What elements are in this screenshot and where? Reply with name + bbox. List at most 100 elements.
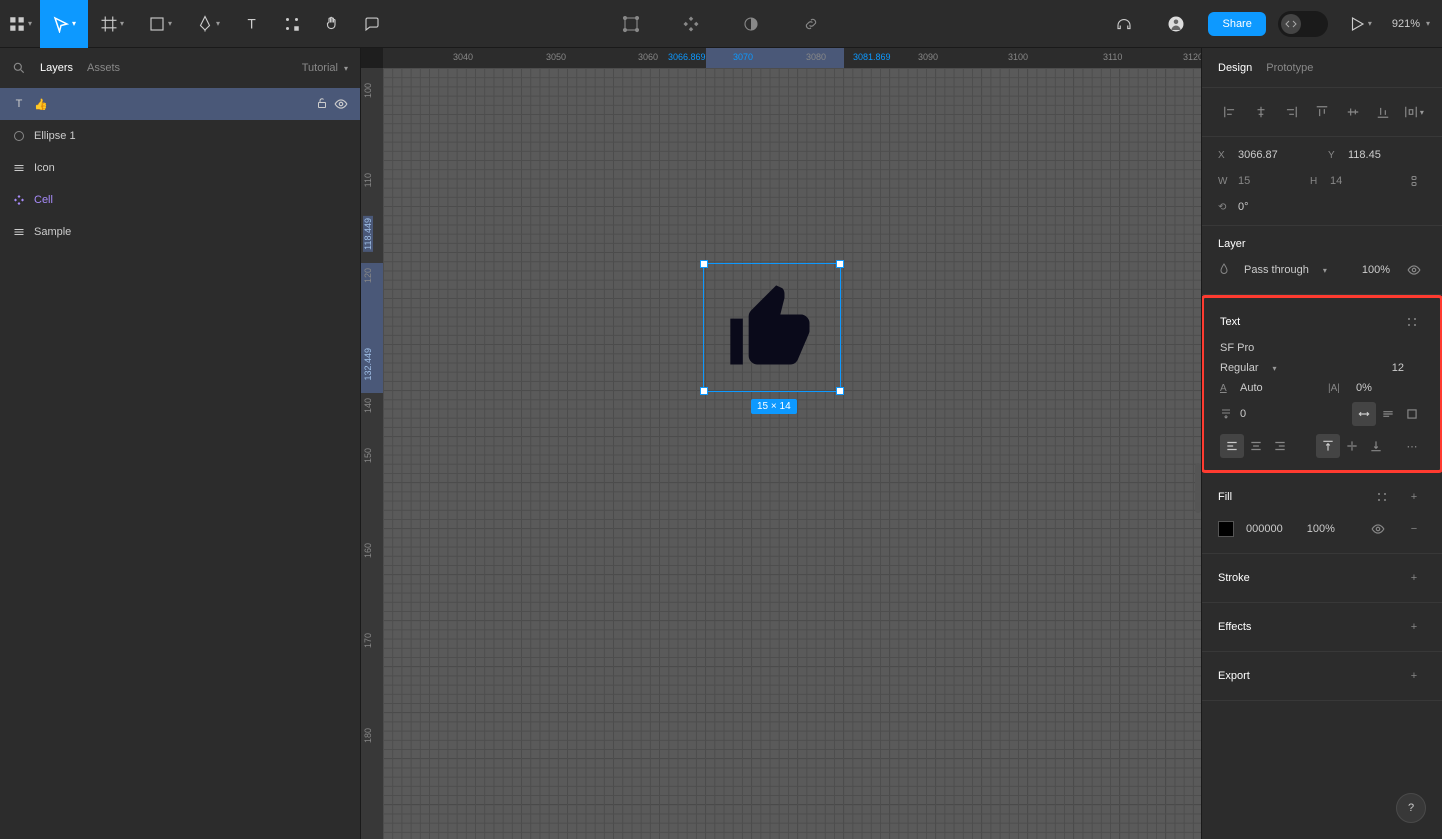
resize-handle-tr[interactable] xyxy=(836,260,844,268)
resize-handle-br[interactable] xyxy=(836,387,844,395)
dev-mode-toggle[interactable] xyxy=(1278,11,1328,37)
chevron-down-icon: ▾ xyxy=(344,64,348,73)
font-size-input[interactable]: 12 xyxy=(1392,362,1404,374)
text-align-left-button[interactable] xyxy=(1220,434,1244,458)
comment-tool-button[interactable] xyxy=(352,0,392,48)
w-label: W xyxy=(1218,176,1232,187)
resources-button[interactable] xyxy=(272,0,312,48)
canvas-area[interactable]: 3040305030603066.869307030803081.8693090… xyxy=(361,48,1201,839)
component-button[interactable] xyxy=(671,0,711,48)
layer-item[interactable]: Ellipse 1 xyxy=(0,120,360,152)
resize-handle-bl[interactable] xyxy=(700,387,708,395)
move-tool-button[interactable]: ▾ xyxy=(40,0,88,48)
text-align-bottom-button[interactable] xyxy=(1364,434,1388,458)
blend-mode-dropdown[interactable]: Pass through xyxy=(1244,264,1309,276)
tab-prototype[interactable]: Prototype xyxy=(1266,62,1313,74)
tab-layers[interactable]: Layers xyxy=(40,62,73,74)
align-bottom-button[interactable] xyxy=(1371,100,1395,124)
align-section: ▾ xyxy=(1202,88,1442,137)
w-value[interactable]: 15 xyxy=(1238,175,1250,187)
layer-label: 👍 xyxy=(34,98,48,111)
top-toolbar: ▾ ▾ ▾ ▾ ▾ T xyxy=(0,0,1442,48)
fill-visibility-button[interactable] xyxy=(1366,517,1390,541)
fill-styles-button[interactable] xyxy=(1370,485,1394,509)
auto-height-button[interactable] xyxy=(1376,402,1400,426)
visibility-icon[interactable] xyxy=(334,97,348,111)
fill-opacity-input[interactable]: 100% xyxy=(1307,523,1335,535)
figma-menu-button[interactable]: ▾ xyxy=(0,0,40,48)
hand-tool-button[interactable] xyxy=(312,0,352,48)
help-button[interactable]: ? xyxy=(1396,793,1426,823)
constrain-proportions-button[interactable] xyxy=(1402,169,1426,193)
fixed-size-button[interactable] xyxy=(1400,402,1424,426)
resize-handle-tl[interactable] xyxy=(700,260,708,268)
group-icon xyxy=(12,161,26,175)
font-weight-dropdown[interactable]: Regular xyxy=(1220,362,1259,374)
text-align-right-button[interactable] xyxy=(1268,434,1292,458)
search-icon[interactable] xyxy=(12,61,26,75)
layers-panel: Layers Assets Tutorial▾ T 👍 Ellipse 1 Ic… xyxy=(0,48,361,839)
line-height-input[interactable]: Auto xyxy=(1240,382,1263,394)
component-icon xyxy=(12,193,26,207)
rotation-value[interactable]: 0° xyxy=(1238,201,1249,213)
align-center-h-button[interactable] xyxy=(1249,100,1273,124)
present-button[interactable]: ▾ xyxy=(1340,0,1380,48)
zoom-dropdown[interactable]: 921%▾ xyxy=(1392,18,1430,30)
add-effect-button[interactable]: + xyxy=(1402,615,1426,639)
text-styles-button[interactable] xyxy=(1400,310,1424,334)
text-more-button[interactable]: ⋯ xyxy=(1400,434,1424,458)
add-stroke-button[interactable]: + xyxy=(1402,566,1426,590)
align-top-button[interactable] xyxy=(1310,100,1334,124)
group-icon xyxy=(12,225,26,239)
remove-fill-button[interactable]: − xyxy=(1402,517,1426,541)
chevron-down-icon: ▾ xyxy=(28,19,32,28)
add-export-button[interactable]: + xyxy=(1402,664,1426,688)
frame-tool-button[interactable]: ▾ xyxy=(88,0,136,48)
text-tool-button[interactable]: T xyxy=(232,0,272,48)
align-center-v-button[interactable] xyxy=(1341,100,1365,124)
scrollbar-canvas[interactable] xyxy=(1195,463,1201,513)
layer-visibility-button[interactable] xyxy=(1402,258,1426,282)
pages-dropdown[interactable]: Tutorial▾ xyxy=(302,62,348,74)
auto-width-button[interactable] xyxy=(1352,402,1376,426)
layer-opacity-input[interactable]: 100% xyxy=(1362,264,1390,276)
unlock-icon[interactable] xyxy=(316,97,328,109)
avatar-button[interactable] xyxy=(1156,0,1196,48)
shape-tool-button[interactable]: ▾ xyxy=(136,0,184,48)
letter-spacing-input[interactable]: 0% xyxy=(1356,382,1372,394)
layer-item[interactable]: Sample xyxy=(0,216,360,248)
grid-minor xyxy=(383,68,1201,839)
h-value[interactable]: 14 xyxy=(1330,175,1342,187)
text-align-top-button[interactable] xyxy=(1316,434,1340,458)
layer-item-selected[interactable]: T 👍 xyxy=(0,88,360,120)
link-button[interactable] xyxy=(791,0,831,48)
canvas[interactable]: 15 × 14 xyxy=(383,68,1201,839)
export-section-title: Export xyxy=(1218,670,1250,682)
fill-color-swatch[interactable] xyxy=(1218,521,1234,537)
edit-object-button[interactable] xyxy=(611,0,651,48)
add-fill-button[interactable]: + xyxy=(1402,485,1426,509)
tab-design[interactable]: Design xyxy=(1218,62,1252,74)
layer-item-component[interactable]: Cell xyxy=(0,184,360,216)
paragraph-spacing-input[interactable]: 0 xyxy=(1240,408,1246,420)
layer-list: T 👍 Ellipse 1 Icon Cell Sam xyxy=(0,88,360,839)
properties-panel: Design Prototype ▾ X3066.87 Y118.45 W15 … xyxy=(1201,48,1442,839)
layer-label: Ellipse 1 xyxy=(34,130,76,142)
distribute-button[interactable]: ▾ xyxy=(1402,100,1426,124)
fill-hex-input[interactable]: 000000 xyxy=(1246,523,1283,535)
text-align-middle-button[interactable] xyxy=(1340,434,1364,458)
tab-assets[interactable]: Assets xyxy=(87,62,120,74)
share-button[interactable]: Share xyxy=(1208,12,1265,36)
x-value[interactable]: 3066.87 xyxy=(1238,149,1278,161)
align-left-button[interactable] xyxy=(1218,100,1242,124)
audio-button[interactable] xyxy=(1104,0,1144,48)
text-align-center-button[interactable] xyxy=(1244,434,1268,458)
layer-item[interactable]: Icon xyxy=(0,152,360,184)
pen-tool-button[interactable]: ▾ xyxy=(184,0,232,48)
y-value[interactable]: 118.45 xyxy=(1348,149,1381,161)
mask-button[interactable] xyxy=(731,0,771,48)
font-family-dropdown[interactable]: SF Pro xyxy=(1220,342,1254,354)
chevron-down-icon: ▾ xyxy=(1368,19,1372,28)
align-right-button[interactable] xyxy=(1279,100,1303,124)
selection-bounds[interactable]: 15 × 14 xyxy=(703,263,841,392)
